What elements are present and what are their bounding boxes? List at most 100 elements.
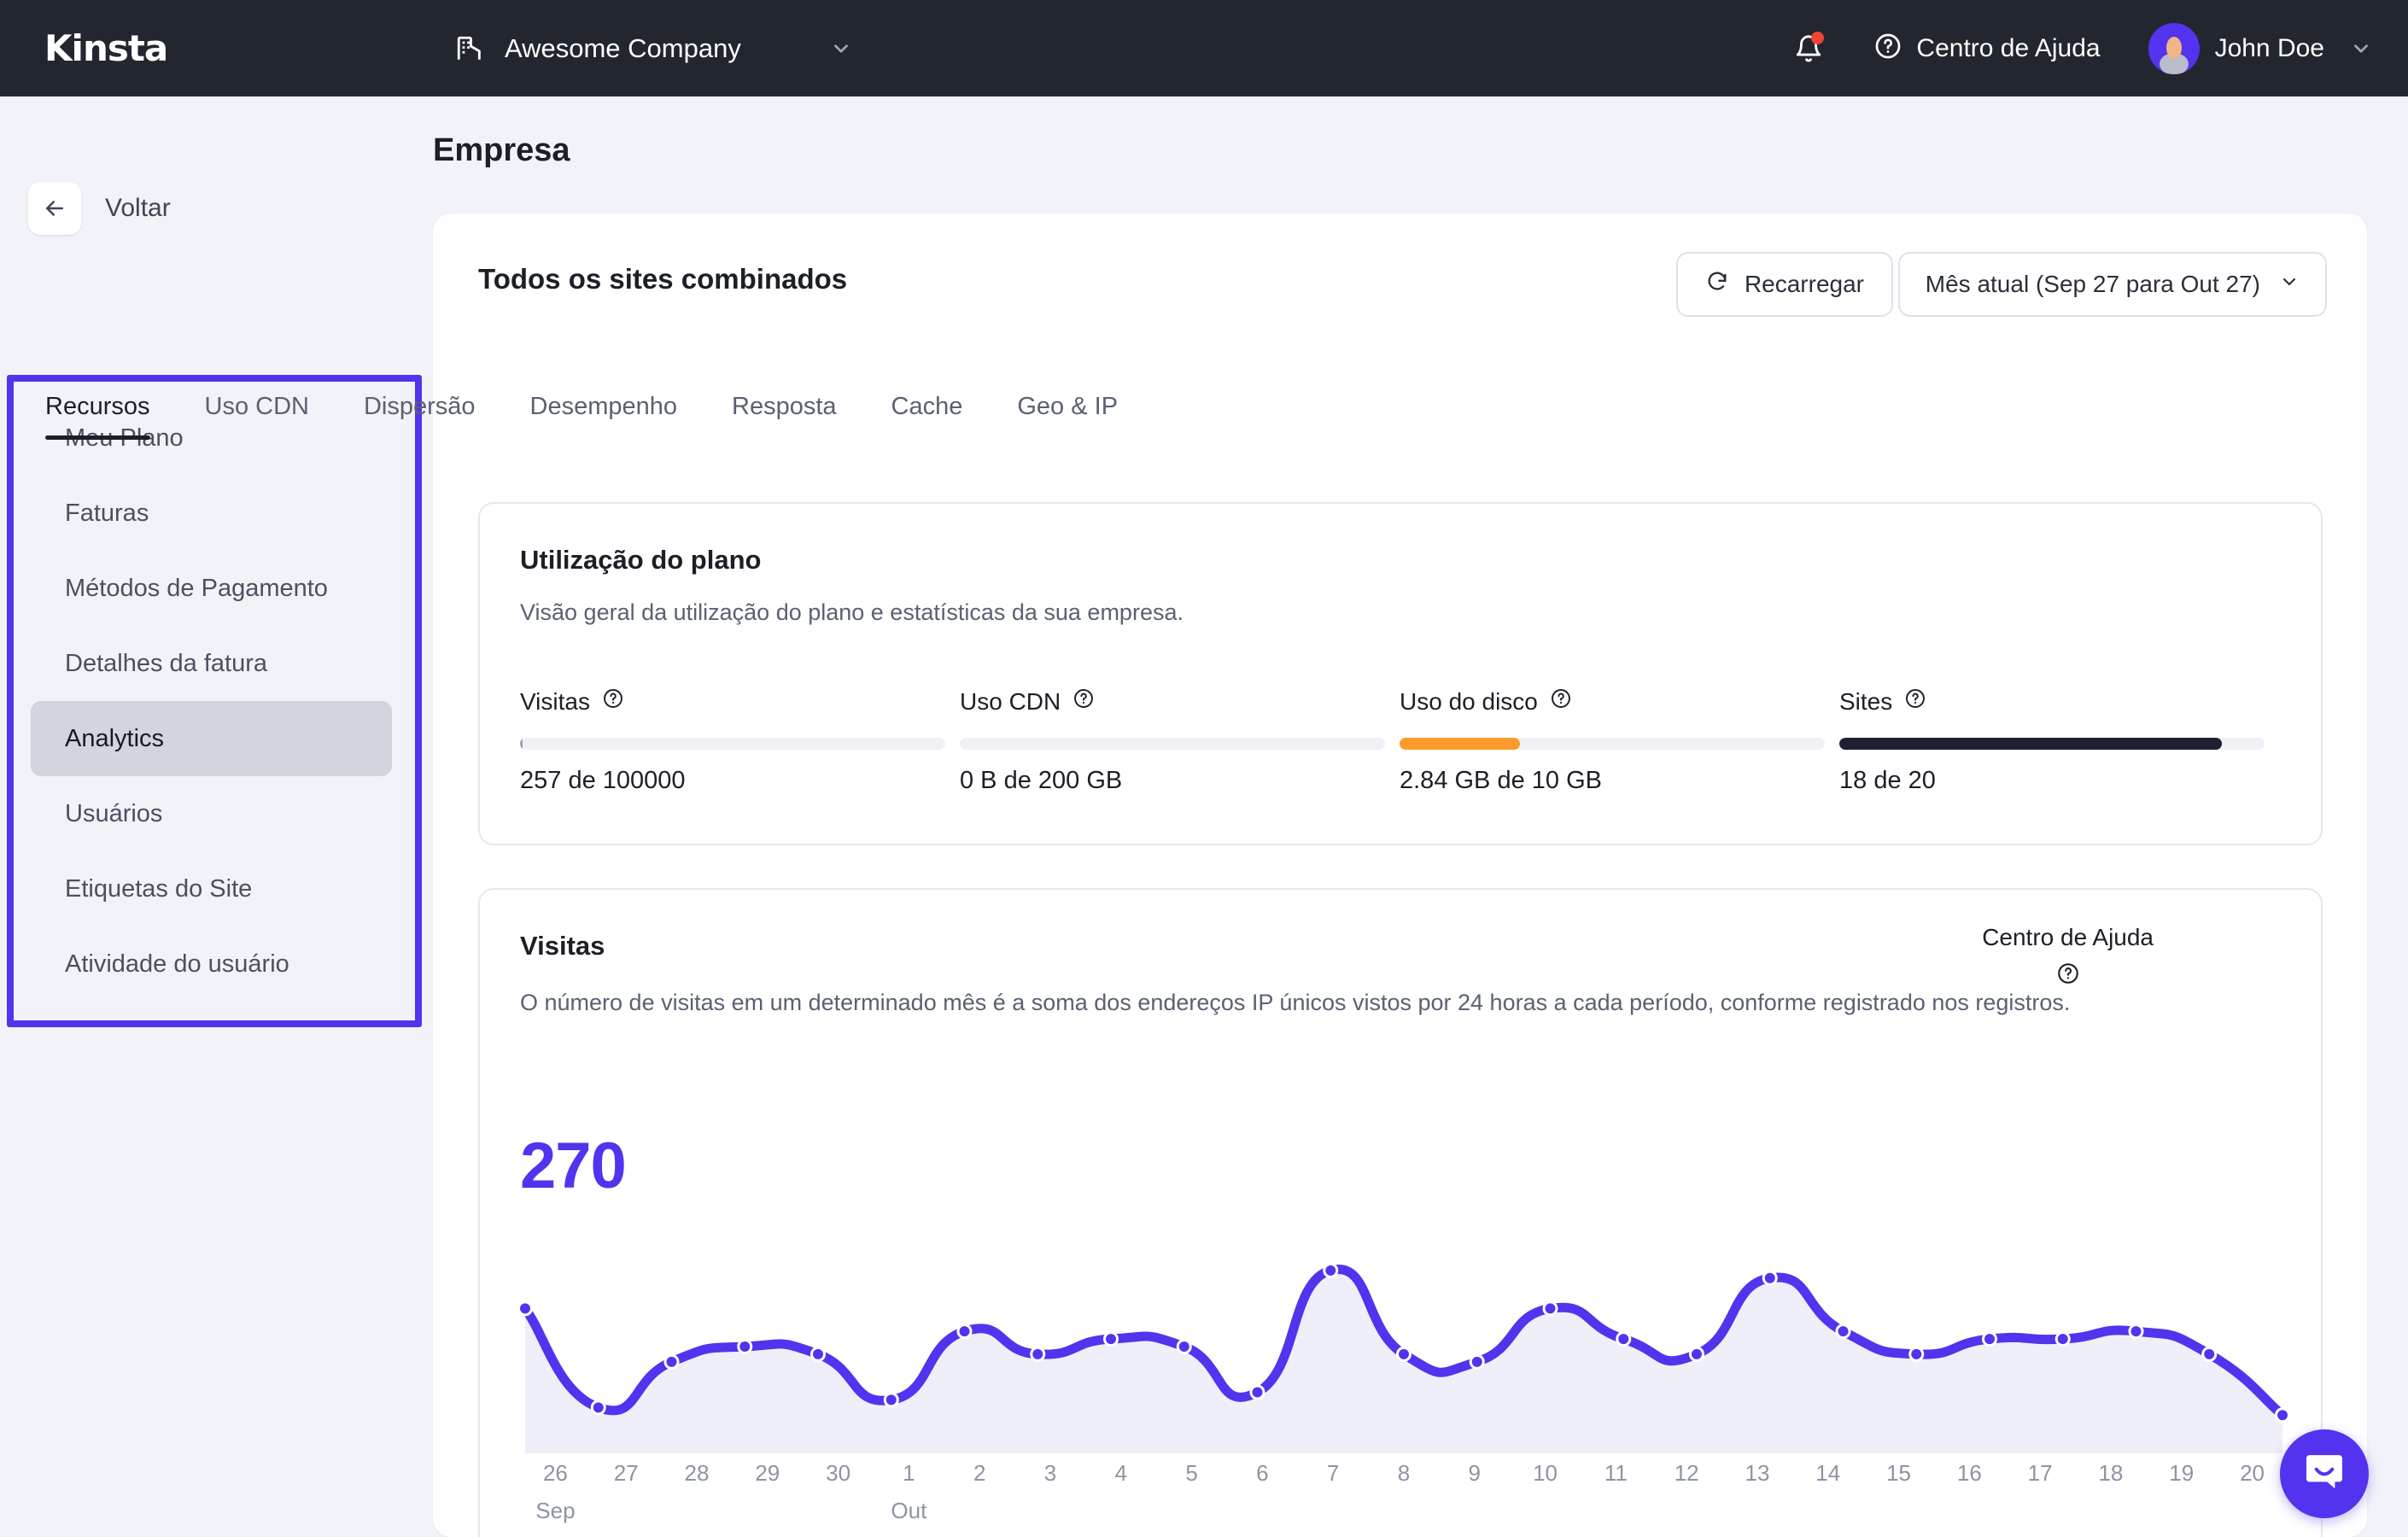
stat-label: Sites [1839,687,1893,715]
visits-title: Visitas [520,931,605,961]
user-name: John Doe [2214,33,2324,62]
chart-x-tick: 20 [2240,1460,2265,1486]
stat-value: 18 de 20 [1839,767,1936,794]
chart-x-tick: 8 [1397,1460,1411,1486]
chart-x-tick: 16 [1956,1460,1982,1486]
page-title: Empresa [433,132,570,168]
arrow-left-icon [28,182,81,235]
sidebar-item-faturas[interactable]: Faturas [31,476,392,551]
tab-resposta[interactable]: Resposta [732,393,837,440]
plan-usage-subtitle: Visão geral da utilização do plano e est… [520,599,1184,625]
question-circle-icon [1873,32,1902,65]
chart-x-month-label [732,1498,803,1524]
stat-value: 2.84 GB de 10 GB [1400,767,1602,794]
chart-x-month-label [1792,1498,1863,1524]
sidebar-item-detalhes-da-fatura[interactable]: Detalhes da fatura [31,626,392,701]
back-button[interactable]: Voltar [28,182,171,235]
chart-x-month-label [1651,1498,1722,1524]
company-name: Awesome Company [505,32,741,63]
chart-x-tick: 18 [2098,1460,2124,1486]
chart-x-tick: 4 [1114,1460,1127,1486]
refresh-icon [1705,270,1729,300]
reload-button[interactable]: Recarregar [1675,252,1893,317]
stat-progress-bar [1400,738,1825,750]
tab-bar: Recursos Uso CDN Dispersão Desempenho Re… [45,393,1172,440]
reload-label: Recarregar [1744,271,1864,297]
tab-recursos[interactable]: Recursos [45,393,150,440]
question-circle-icon[interactable] [1072,687,1095,716]
stat-header: Sites [1839,687,2279,716]
tab-geo-ip[interactable]: Geo & IP [1017,393,1118,440]
visits-help-center-link[interactable]: Centro de Ajuda [1982,924,2154,990]
visits-panel: Visitas O número de visitas em um determ… [478,888,2323,1537]
sidebar-item-usuarios[interactable]: Usuários [31,776,392,851]
stat-value: 0 B de 200 GB [960,767,1123,794]
chart-x-tick: 27 [613,1460,639,1486]
building-icon [455,34,484,63]
stat-progress-fill [520,738,523,750]
sidebar-item-etiquetas-do-site[interactable]: Etiquetas do Site [31,851,392,926]
sidebar-item-analytics[interactable]: Analytics [31,701,392,776]
stat-header: Uso do disco [1400,687,1839,716]
chart-x-month-label [2005,1498,2076,1524]
plan-usage-panel: Utilização do plano Visão geral da utili… [478,502,2323,845]
intercom-chat-button[interactable] [2280,1429,2369,1518]
stat-sites: Sites 18 de 20 [1839,687,2279,795]
date-range-label: Mês atual (Sep 27 para Out 27) [1925,271,2260,297]
topbar-right-group: Centro de Ajuda John Doe [1783,0,2372,96]
chart-x-tick: 10 [1533,1460,1558,1486]
chart-x-tick: 26 [542,1460,568,1486]
question-circle-icon[interactable] [2056,961,2080,990]
notification-badge-dot [1811,31,1825,44]
company-selector[interactable]: Awesome Company [455,0,852,96]
tab-desempenho[interactable]: Desempenho [530,393,678,440]
stat-label: Uso do disco [1400,687,1538,715]
chart-x-month-label [1085,1498,1156,1524]
chart-x-month-label [803,1498,874,1524]
date-range-select[interactable]: Mês atual (Sep 27 para Out 27) [1897,252,2327,317]
user-menu[interactable]: John Doe [2148,22,2372,74]
chart-x-month-label [1439,1498,1510,1524]
chart-x-tick: 28 [684,1460,710,1486]
chart-x-month-label: Out [891,1498,927,1523]
notifications-button[interactable] [1783,23,1834,74]
chart-x-tick: 17 [2027,1460,2053,1486]
chart-x-month-label [1227,1498,1298,1524]
chart-x-month-label [944,1498,1015,1524]
sidebar-item-atividade-do-usuario[interactable]: Atividade do usuário [31,926,392,1002]
kinsta-logo[interactable]: Kinsta [44,27,168,69]
chart-x-month-label [2217,1498,2288,1524]
chart-x-tick: 7 [1326,1460,1340,1486]
chart-x-tick: 19 [2169,1460,2195,1486]
visits-chart: 26 27 28 29 30 1 2 3 4 5 6 7 8 9 10 11 12 13 14 15 16 17 18 19 2… [520,1231,2288,1523]
help-center-link[interactable]: Centro de Ajuda [1873,32,2101,65]
chart-x-axis-months: Sep Out [520,1498,2288,1524]
question-circle-icon[interactable] [1550,687,1572,716]
intercom-chat-icon [2300,1448,2348,1500]
chart-x-tick: 30 [826,1460,851,1486]
question-circle-icon[interactable] [602,687,624,716]
tab-cache[interactable]: Cache [891,393,963,440]
card-header: Todos os sites combinados Recarregar Mês… [433,213,2367,354]
chart-x-month-label [1015,1498,1086,1524]
chart-x-tick: 5 [1185,1460,1198,1486]
tab-dispersao[interactable]: Dispersão [364,393,476,440]
chart-x-month-label [1581,1498,1651,1524]
chart-x-tick: 13 [1745,1460,1770,1486]
chart-x-month-label [1934,1498,2005,1524]
question-circle-icon[interactable] [1904,687,1926,716]
sidebar-item-metodos-de-pagamento[interactable]: Métodos de Pagamento [31,551,392,626]
chart-x-axis: 26 27 28 29 30 1 2 3 4 5 6 7 8 9 10 11 12 13 14 15 16 17 18 19 2… [520,1460,2288,1487]
chart-x-month-label [2146,1498,2217,1524]
chart-x-month-label: Sep [535,1498,576,1523]
visits-total: 270 [520,1130,627,1202]
stat-progress-fill [1400,738,1521,750]
stat-uso-do-disco: Uso do disco 2.84 GB de 10 GB [1400,687,1839,795]
chart-x-month-label [1863,1498,1934,1524]
stat-label: Uso CDN [960,687,1061,715]
stat-header: Visitas [520,687,960,716]
chart-x-month-label [662,1498,733,1524]
chart-x-tick: 2 [973,1460,986,1486]
chart-x-tick: 9 [1468,1460,1481,1486]
tab-uso-cdn[interactable]: Uso CDN [205,393,309,440]
